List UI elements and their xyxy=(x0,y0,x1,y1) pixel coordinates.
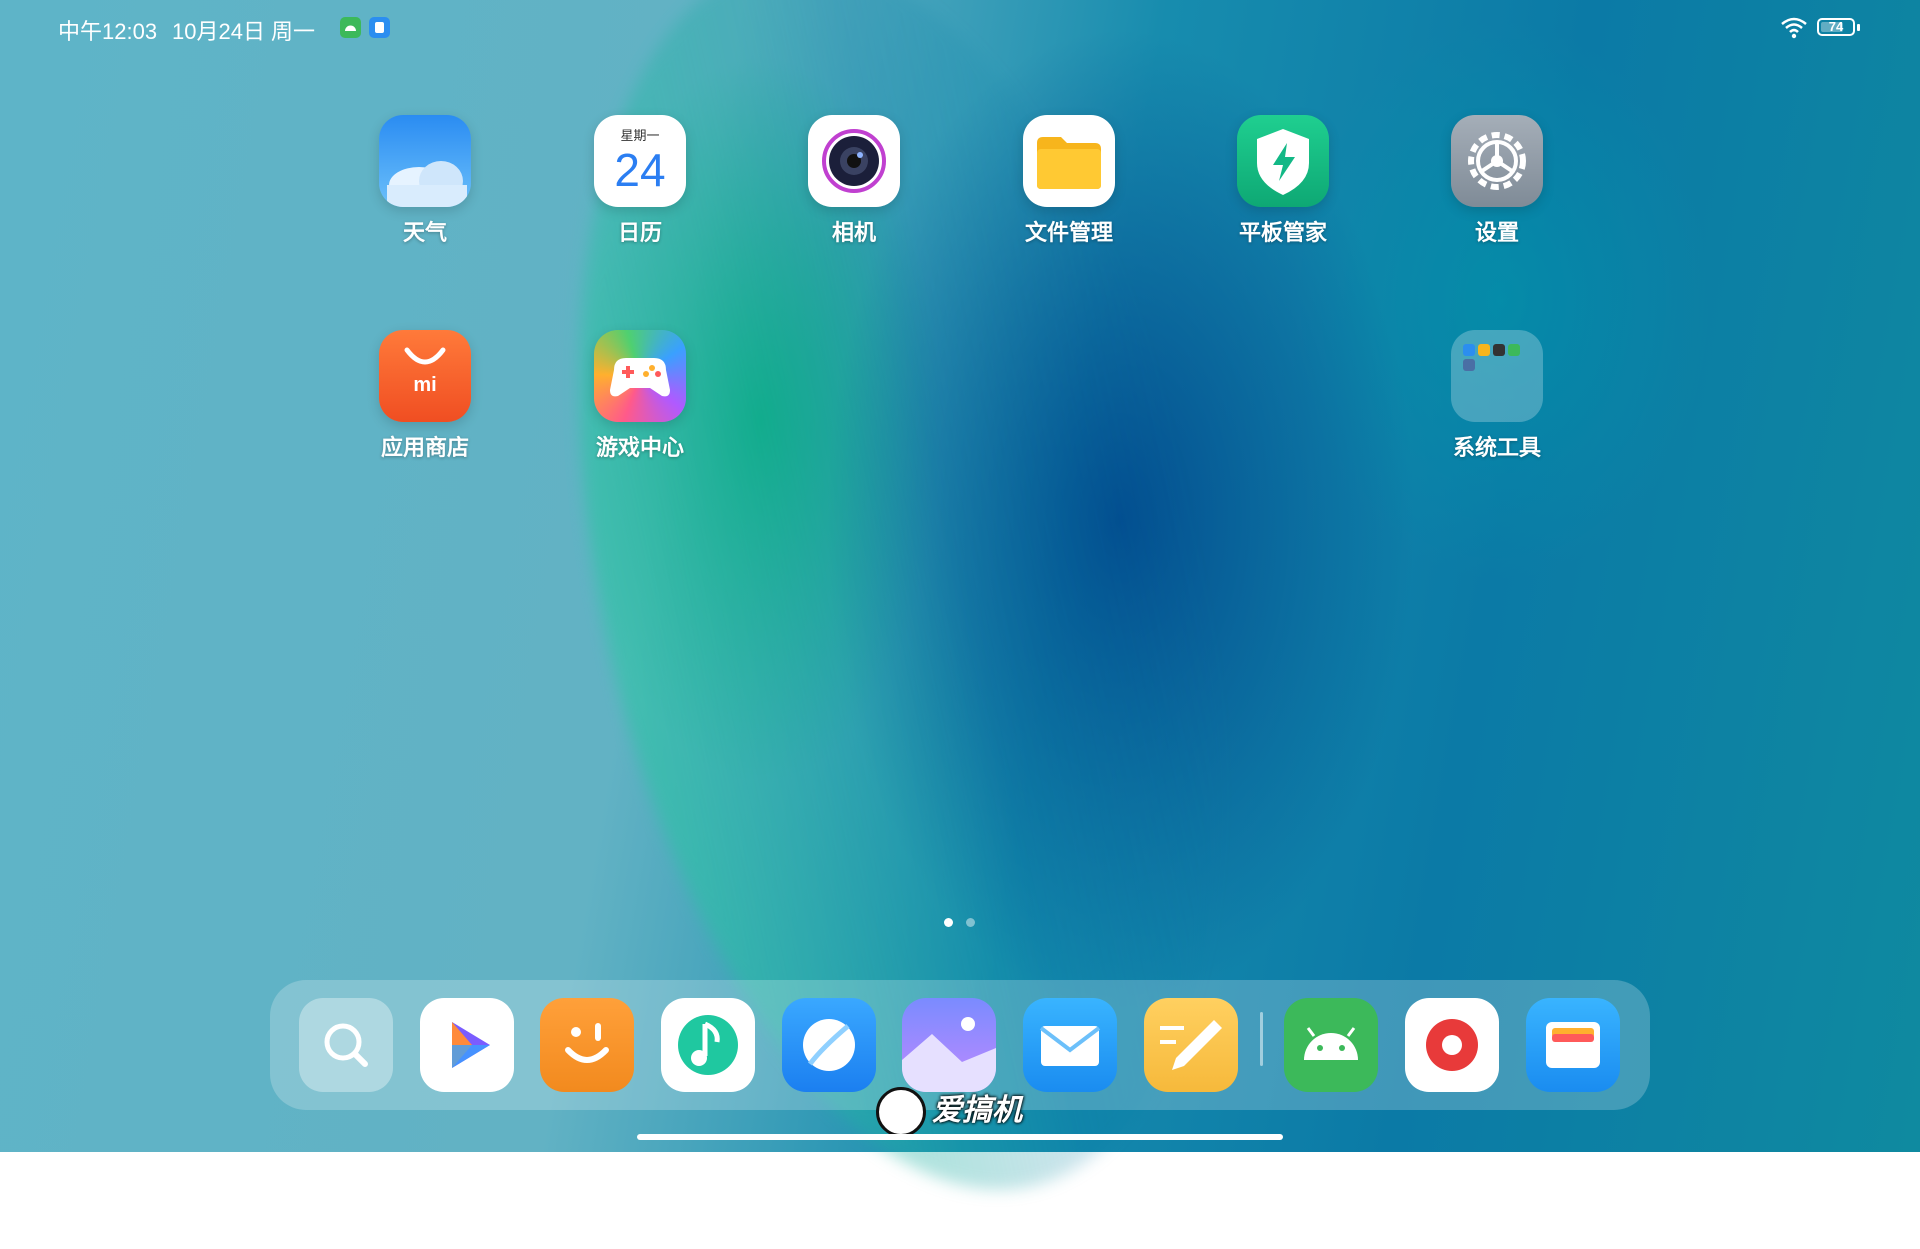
page-dot[interactable] xyxy=(966,918,975,927)
calendar-icon: 星期一 24 xyxy=(594,115,686,207)
status-date: 10月24日 周一 xyxy=(172,19,316,44)
notes-icon[interactable] xyxy=(1144,998,1238,1092)
wallet-icon[interactable] xyxy=(1526,998,1620,1092)
recorder-icon[interactable] xyxy=(1405,998,1499,1092)
page-dot-active[interactable] xyxy=(944,918,953,927)
app-store[interactable]: mi 应用商店 xyxy=(365,330,485,462)
gear-icon xyxy=(1451,115,1543,207)
app-label: 游戏中心 xyxy=(595,435,684,460)
app-tablet-manager[interactable]: 平板管家 xyxy=(1223,115,1343,247)
mail-icon[interactable] xyxy=(1023,998,1117,1092)
battery-level: 74 xyxy=(1828,19,1844,34)
app-camera[interactable]: 相机 xyxy=(794,115,914,247)
app-file-manager[interactable]: 文件管理 xyxy=(1009,115,1129,247)
folder-system-tools[interactable]: 系统工具 xyxy=(1437,330,1557,462)
gamepad-icon xyxy=(594,330,686,422)
app-label: 文件管理 xyxy=(1024,220,1113,245)
camera-icon xyxy=(808,115,900,207)
folder-icon xyxy=(1023,115,1115,207)
app-label: 设置 xyxy=(1474,220,1519,245)
status-time: 中午12:03 xyxy=(58,19,158,44)
video-play-icon[interactable] xyxy=(420,998,514,1092)
calendar-weekday: 星期一 xyxy=(620,128,660,143)
app-notification-icon xyxy=(369,17,390,38)
watermark-logo xyxy=(876,1087,926,1138)
status-bar: 中午12:03 10月24日 周一 74 xyxy=(0,0,1920,56)
store-badge: mi xyxy=(413,374,437,396)
browser-icon[interactable] xyxy=(782,998,876,1092)
app-label: 平板管家 xyxy=(1238,220,1327,245)
folder-group-icon xyxy=(1451,330,1543,422)
calendar-day: 24 xyxy=(614,144,666,196)
app-settings[interactable]: 设置 xyxy=(1437,115,1557,247)
app-calendar[interactable]: 星期一 24 日历 xyxy=(580,115,700,247)
app-game-center[interactable]: 游戏中心 xyxy=(580,330,700,462)
app-label: 日历 xyxy=(617,220,662,245)
gallery-icon[interactable] xyxy=(902,998,996,1092)
search-icon[interactable] xyxy=(299,998,393,1092)
app-label: 系统工具 xyxy=(1452,435,1541,460)
app-label: 天气 xyxy=(402,220,447,245)
android-icon[interactable] xyxy=(1284,998,1378,1092)
app-label: 相机 xyxy=(831,220,876,245)
app-label: 应用商店 xyxy=(380,435,469,460)
wifi-icon xyxy=(1781,17,1807,39)
watermark-text: 爱搞机 xyxy=(932,1094,1022,1127)
battery-tip xyxy=(1857,24,1860,31)
app-weather[interactable]: 天气 xyxy=(365,115,485,247)
dock-divider xyxy=(1260,1012,1263,1066)
android-notification-icon xyxy=(340,17,361,38)
app-store-icon: mi xyxy=(379,330,471,422)
watermark: 爱搞机 xyxy=(876,1085,1022,1141)
music-note-icon[interactable] xyxy=(661,998,755,1092)
weather-icon xyxy=(379,115,471,207)
shield-icon xyxy=(1237,115,1329,207)
smile-icon[interactable] xyxy=(540,998,634,1092)
battery-icon: 74 xyxy=(1817,18,1855,36)
home-indicator[interactable] xyxy=(637,1134,1283,1140)
